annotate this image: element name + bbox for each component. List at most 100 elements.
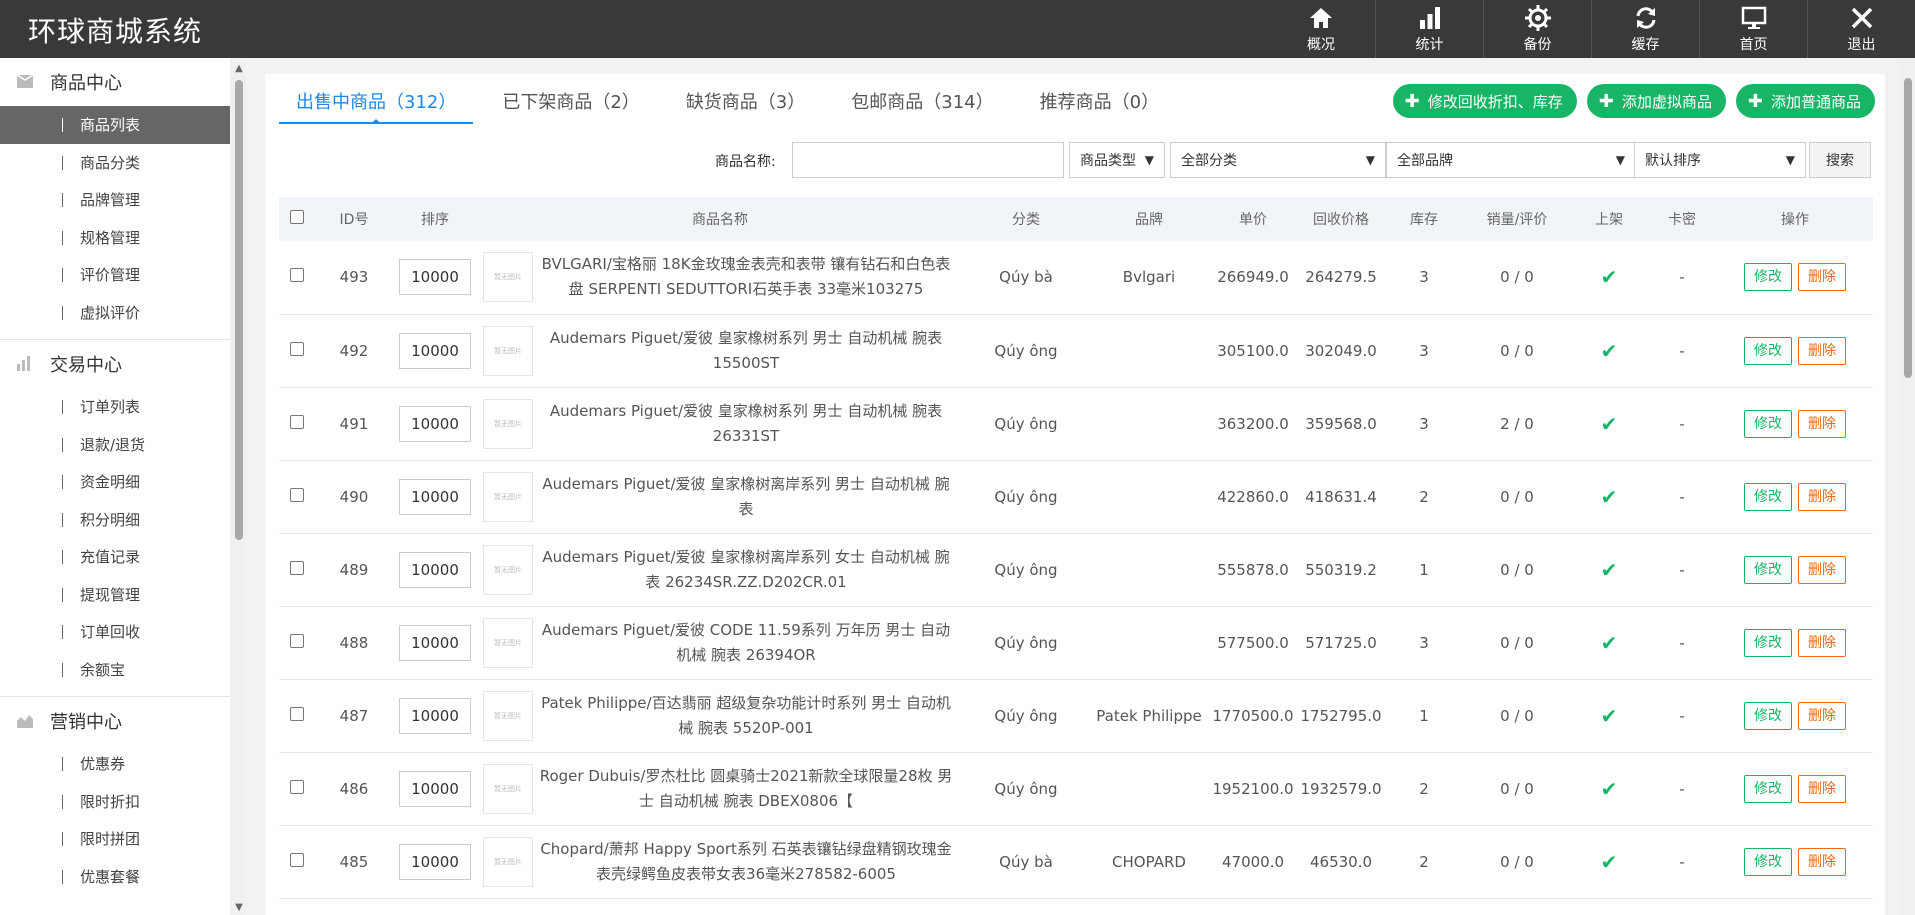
nav-logout[interactable]: 退出	[1807, 0, 1915, 58]
check-icon[interactable]: ✔	[1601, 339, 1618, 363]
goods-thumbnail[interactable]: 暂无图片	[483, 252, 533, 303]
brand-select[interactable]: 全部品牌 ▼	[1386, 142, 1636, 178]
goods-thumbnail[interactable]: 暂无图片	[483, 398, 533, 449]
row-checkbox[interactable]	[290, 268, 304, 283]
goods-name-link[interactable]: Roger Dubuis/罗杰杜比 圆桌骑士2021新款全球限量28枚 男士 自…	[539, 752, 963, 826]
select-all-checkbox[interactable]	[290, 210, 304, 224]
delete-button[interactable]: 删除	[1798, 263, 1846, 292]
row-checkbox[interactable]	[290, 633, 304, 648]
nav-home[interactable]: 首页	[1699, 0, 1807, 58]
goods-name-link[interactable]: Audemars Piguet/爱彼 皇家橡树系列 男士 自动机械 腕表 263…	[539, 387, 963, 461]
nav-backup[interactable]: 备份	[1483, 0, 1591, 58]
row-checkbox[interactable]	[290, 852, 304, 867]
check-icon[interactable]: ✔	[1601, 777, 1618, 801]
check-icon[interactable]: ✔	[1601, 485, 1618, 509]
sort-select[interactable]: 默认排序 ▼	[1634, 142, 1806, 178]
sidebar-item-order-list[interactable]: 订单列表	[0, 388, 230, 426]
sidebar-item-points[interactable]: 积分明细	[0, 501, 230, 539]
goods-thumbnail[interactable]: 暂无图片	[483, 763, 533, 814]
sidebar-scrollbar[interactable]: ▲ ▼	[232, 62, 246, 915]
sidebar-item-goods-list[interactable]: 商品列表	[0, 106, 230, 144]
sidebar-item-order-recycle[interactable]: 订单回收	[0, 613, 230, 651]
goods-name-link[interactable]: Chopard/萧邦 Happy Sport系列 石英表镶钻绿盘精钢玫瑰金表壳绿…	[539, 825, 963, 899]
tab-recommended[interactable]: 推荐商品（0）	[1023, 74, 1176, 124]
delete-button[interactable]: 删除	[1798, 847, 1846, 876]
sidebar-item-group-buy[interactable]: 限时拼团	[0, 820, 230, 858]
sidebar-group-trade[interactable]: 交易中心	[0, 340, 230, 388]
page-scrollbar[interactable]	[1901, 58, 1915, 915]
page-scroll-thumb[interactable]	[1904, 78, 1912, 378]
edit-button[interactable]: 修改	[1744, 555, 1792, 584]
sidebar-scroll-thumb[interactable]	[235, 80, 243, 540]
add-normal-goods-button[interactable]: ✚ 添加普通商品	[1735, 84, 1875, 118]
sidebar-item-yuebao[interactable]: 余额宝	[0, 651, 230, 689]
check-icon[interactable]: ✔	[1601, 850, 1618, 874]
sort-input[interactable]: 10000	[399, 405, 471, 442]
delete-button[interactable]: 删除	[1798, 336, 1846, 365]
sort-input[interactable]: 10000	[399, 697, 471, 734]
sidebar-item-coupon[interactable]: 优惠券	[0, 745, 230, 783]
add-virtual-goods-button[interactable]: ✚ 添加虚拟商品	[1586, 84, 1726, 118]
sidebar-item-spec[interactable]: 规格管理	[0, 219, 230, 257]
nav-stats[interactable]: 统计	[1375, 0, 1483, 58]
row-checkbox[interactable]	[290, 779, 304, 794]
edit-button[interactable]: 修改	[1744, 774, 1792, 803]
edit-button[interactable]: 修改	[1744, 628, 1792, 657]
sidebar-item-goods-category[interactable]: 商品分类	[0, 144, 230, 182]
tab-out-of-stock[interactable]: 缺货商品（3）	[669, 74, 822, 124]
edit-button[interactable]: 修改	[1744, 701, 1792, 730]
goods-name-input[interactable]	[792, 142, 1064, 178]
goods-thumbnail[interactable]: 暂无图片	[483, 471, 533, 522]
check-icon[interactable]: ✔	[1601, 558, 1618, 582]
tab-on-sale[interactable]: 出售中商品（312）	[279, 74, 474, 124]
delete-button[interactable]: 删除	[1798, 774, 1846, 803]
row-checkbox[interactable]	[290, 414, 304, 429]
modify-recycle-button[interactable]: ✚ 修改回收折扣、库存	[1392, 84, 1577, 118]
row-checkbox[interactable]	[290, 487, 304, 502]
goods-name-link[interactable]: Audemars Piguet/爱彼 皇家橡树离岸系列 女士 自动机械 腕表 2…	[539, 533, 963, 607]
goods-thumbnail[interactable]: 暂无图片	[483, 836, 533, 887]
scroll-up-arrow-icon[interactable]: ▲	[234, 64, 244, 74]
sidebar-group-goods[interactable]: 商品中心	[0, 58, 230, 106]
edit-button[interactable]: 修改	[1744, 336, 1792, 365]
goods-name-link[interactable]: BVLGARI/宝格丽 18K金玫瑰金表壳和表带 镶有钻石和白色表盘 SERPE…	[539, 241, 963, 315]
sidebar-item-package[interactable]: 优惠套餐	[0, 858, 230, 896]
sidebar-item-refund[interactable]: 退款/退货	[0, 426, 230, 464]
goods-name-link[interactable]: Audemars Piguet/爱彼 皇家橡树离岸系列 男士 自动机械 腕表	[539, 460, 963, 534]
goods-thumbnail[interactable]: 暂无图片	[483, 617, 533, 668]
sort-input[interactable]: 10000	[399, 770, 471, 807]
check-icon[interactable]: ✔	[1601, 631, 1618, 655]
nav-cache[interactable]: 缓存	[1591, 0, 1699, 58]
delete-button[interactable]: 删除	[1798, 482, 1846, 511]
goods-thumbnail[interactable]: 暂无图片	[483, 690, 533, 741]
sort-input[interactable]: 10000	[399, 259, 471, 296]
edit-button[interactable]: 修改	[1744, 409, 1792, 438]
edit-button[interactable]: 修改	[1744, 847, 1792, 876]
sort-input[interactable]: 10000	[399, 843, 471, 880]
sidebar-item-brand[interactable]: 品牌管理	[0, 181, 230, 219]
check-icon[interactable]: ✔	[1601, 704, 1618, 728]
search-button[interactable]: 搜索	[1809, 142, 1871, 178]
category-select[interactable]: 全部分类 ▼	[1170, 142, 1386, 178]
sidebar-item-recharge[interactable]: 充值记录	[0, 538, 230, 576]
row-checkbox[interactable]	[290, 560, 304, 575]
nav-overview[interactable]: 概况	[1267, 0, 1375, 58]
sidebar-group-marketing[interactable]: 营销中心	[0, 697, 230, 745]
delete-button[interactable]: 删除	[1798, 409, 1846, 438]
check-icon[interactable]: ✔	[1601, 265, 1618, 289]
goods-thumbnail[interactable]: 暂无图片	[483, 544, 533, 595]
sort-input[interactable]: 10000	[399, 478, 471, 515]
delete-button[interactable]: 删除	[1798, 555, 1846, 584]
goods-name-link[interactable]: Audemars Piguet/爱彼 CODE 11.59系列 万年历 男士 自…	[539, 606, 963, 680]
sort-input[interactable]: 10000	[399, 551, 471, 588]
goods-thumbnail[interactable]: 暂无图片	[483, 325, 533, 376]
scroll-down-arrow-icon[interactable]: ▼	[234, 903, 244, 913]
delete-button[interactable]: 删除	[1798, 628, 1846, 657]
sidebar-item-funds[interactable]: 资金明细	[0, 463, 230, 501]
tab-free-shipping[interactable]: 包邮商品（314）	[834, 74, 1010, 124]
check-icon[interactable]: ✔	[1601, 412, 1618, 436]
sidebar-item-flash-discount[interactable]: 限时折扣	[0, 783, 230, 821]
edit-button[interactable]: 修改	[1744, 263, 1792, 292]
sidebar-item-withdraw[interactable]: 提现管理	[0, 576, 230, 614]
sidebar-item-review[interactable]: 评价管理	[0, 256, 230, 294]
